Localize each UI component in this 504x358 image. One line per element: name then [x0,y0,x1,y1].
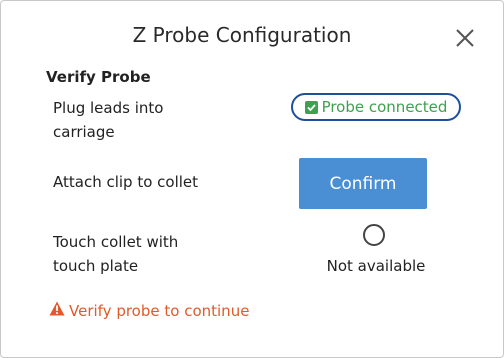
step-plug-leads-label: Plug leads into carriage [53,99,164,141]
dialog-title: Z Probe Configuration [132,23,352,47]
z-probe-dialog: Z Probe Configuration Verify Probe Plug … [0,0,504,358]
section-title: Verify Probe [46,68,151,86]
step-attach-clip-label: Attach clip to collet [53,173,199,191]
probe-status-text: Probe connected [321,98,448,116]
step-touch-collet-label: Touch collet with touch plate [53,233,179,275]
warning-triangle-icon [49,301,65,320]
touch-status-text: Not available [326,257,426,275]
close-icon[interactable] [455,28,475,48]
probe-connected-badge: Probe connected [291,93,461,121]
radio-empty-icon[interactable] [363,224,385,246]
checkbox-checked-icon [304,100,318,114]
warning-message: Verify probe to continue [49,301,249,320]
confirm-button[interactable]: Confirm [299,158,427,209]
warning-text: Verify probe to continue [69,301,250,320]
